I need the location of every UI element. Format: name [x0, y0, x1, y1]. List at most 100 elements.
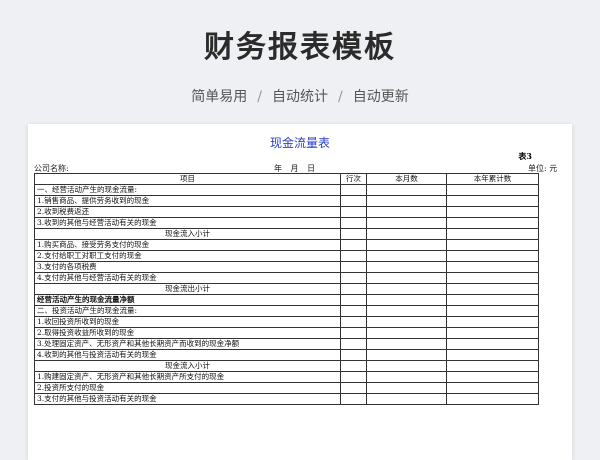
row-year-to-date-cell[interactable]: [446, 294, 539, 306]
row-item-label: 4.收到的其他与投资活动有关的现金: [34, 349, 341, 361]
row-this-month-cell[interactable]: [366, 184, 447, 196]
row-this-month-cell[interactable]: [366, 393, 447, 405]
row-this-month-cell[interactable]: [366, 228, 447, 240]
row-item-label: 现金流入小计: [34, 228, 341, 240]
row-item-label: 2.支付给职工对职工支付的现金: [34, 250, 341, 262]
row-year-to-date-cell[interactable]: [446, 393, 539, 405]
row-item-label: 经营活动产生的现金流量净额: [34, 294, 341, 306]
row-line-no-cell[interactable]: [340, 393, 367, 405]
table-row: 现金流入小计: [34, 228, 539, 240]
row-year-to-date-cell[interactable]: [446, 316, 539, 328]
feature-tagline: 简单易用 / 自动统计 / 自动更新: [0, 86, 600, 106]
row-item-label: 现金流出小计: [34, 283, 341, 295]
row-year-to-date-cell[interactable]: [446, 228, 539, 240]
row-line-no-cell[interactable]: [340, 349, 367, 361]
feature-auto-stats: 自动统计: [272, 89, 328, 105]
column-header-this-month: 本月数: [366, 173, 447, 185]
table-number: 表3: [518, 151, 532, 161]
row-year-to-date-cell[interactable]: [446, 371, 539, 383]
row-year-to-date-cell[interactable]: [446, 283, 539, 295]
table-row: 现金流出小计: [34, 283, 539, 295]
row-year-to-date-cell[interactable]: [446, 261, 539, 273]
row-this-month-cell[interactable]: [366, 283, 447, 295]
row-line-no-cell[interactable]: [340, 294, 367, 306]
row-line-no-cell[interactable]: [340, 250, 367, 262]
row-item-label: 3.支付的各项税费: [34, 261, 341, 273]
page-title: 财务报表模板: [204, 30, 396, 65]
table-row: 3.收到的其他与经营活动有关的现金: [34, 217, 539, 229]
row-line-no-cell[interactable]: [340, 261, 367, 273]
table-row: 3.支付的各项税费: [34, 261, 539, 273]
row-line-no-cell[interactable]: [340, 228, 367, 240]
row-this-month-cell[interactable]: [366, 382, 447, 394]
separator: /: [338, 89, 343, 105]
table-row: 4.支付的其他与经营活动有关的现金: [34, 272, 539, 284]
row-this-month-cell[interactable]: [366, 327, 447, 339]
row-line-no-cell[interactable]: [340, 206, 367, 218]
row-year-to-date-cell[interactable]: [446, 184, 539, 196]
row-this-month-cell[interactable]: [366, 206, 447, 218]
row-item-label: 现金流入小计: [34, 360, 341, 372]
row-line-no-cell[interactable]: [340, 283, 367, 295]
row-this-month-cell[interactable]: [366, 338, 447, 350]
row-year-to-date-cell[interactable]: [446, 195, 539, 207]
row-line-no-cell[interactable]: [340, 371, 367, 383]
table-header-row: 项目 行次 本月数 本年累计数: [34, 173, 539, 185]
row-line-no-cell[interactable]: [340, 305, 367, 317]
row-this-month-cell[interactable]: [366, 272, 447, 284]
row-year-to-date-cell[interactable]: [446, 360, 539, 372]
row-this-month-cell[interactable]: [366, 239, 447, 251]
row-item-label: 一、经营活动产生的现金流量:: [34, 184, 341, 196]
row-year-to-date-cell[interactable]: [446, 272, 539, 284]
table-row: 2.支付给职工对职工支付的现金: [34, 250, 539, 262]
table-row: 3.支付的其他与投资活动有关的现金: [34, 393, 539, 405]
row-item-label: 2.取得投资收益所收到的现金: [34, 327, 341, 339]
table-row: 现金流入小计: [34, 360, 539, 372]
table-row: 2.收到税费返还: [34, 206, 539, 218]
row-line-no-cell[interactable]: [340, 239, 367, 251]
row-line-no-cell[interactable]: [340, 195, 367, 207]
table-row: 经营活动产生的现金流量净额: [34, 294, 539, 306]
table-row: 1.购买商品、接受劳务支付的现金: [34, 239, 539, 251]
row-year-to-date-cell[interactable]: [446, 206, 539, 218]
row-this-month-cell[interactable]: [366, 217, 447, 229]
row-line-no-cell[interactable]: [340, 272, 367, 284]
row-line-no-cell[interactable]: [340, 316, 367, 328]
table-row: 4.收到的其他与投资活动有关的现金: [34, 349, 539, 361]
row-year-to-date-cell[interactable]: [446, 305, 539, 317]
row-item-label: 1.销售商品、提供劳务收到的现金: [34, 195, 341, 207]
row-this-month-cell[interactable]: [366, 250, 447, 262]
row-this-month-cell[interactable]: [366, 294, 447, 306]
row-year-to-date-cell[interactable]: [446, 250, 539, 262]
table-row: 1.销售商品、提供劳务收到的现金: [34, 195, 539, 207]
row-this-month-cell[interactable]: [366, 316, 447, 328]
row-year-to-date-cell[interactable]: [446, 239, 539, 251]
row-this-month-cell[interactable]: [366, 305, 447, 317]
row-this-month-cell[interactable]: [366, 371, 447, 383]
row-year-to-date-cell[interactable]: [446, 338, 539, 350]
row-item-label: 4.支付的其他与经营活动有关的现金: [34, 272, 341, 284]
row-year-to-date-cell[interactable]: [446, 327, 539, 339]
row-line-no-cell[interactable]: [340, 184, 367, 196]
row-line-no-cell[interactable]: [340, 217, 367, 229]
column-header-line-no: 行次: [340, 173, 367, 185]
row-this-month-cell[interactable]: [366, 360, 447, 372]
row-year-to-date-cell[interactable]: [446, 382, 539, 394]
table-row: 3.处理固定资产、无形资产和其他长期资产而收到的现金净额: [34, 338, 539, 350]
row-this-month-cell[interactable]: [366, 195, 447, 207]
column-header-item: 项目: [34, 173, 341, 185]
table-row: 2.取得投资收益所收到的现金: [34, 327, 539, 339]
row-line-no-cell[interactable]: [340, 360, 367, 372]
row-this-month-cell[interactable]: [366, 349, 447, 361]
row-line-no-cell[interactable]: [340, 327, 367, 339]
row-this-month-cell[interactable]: [366, 261, 447, 273]
row-line-no-cell[interactable]: [340, 382, 367, 394]
spreadsheet-preview: 现金流量表 表3 公司名称: 年 月 日 单位: 元 项目 行次 本月数 本年累…: [28, 124, 572, 460]
separator: /: [257, 89, 262, 105]
table-row: 1.收回投资所收到的现金: [34, 316, 539, 328]
row-year-to-date-cell[interactable]: [446, 349, 539, 361]
row-line-no-cell[interactable]: [340, 338, 367, 350]
row-year-to-date-cell[interactable]: [446, 217, 539, 229]
row-item-label: 二、投资活动产生的现金流量:: [34, 305, 341, 317]
row-item-label: 3.支付的其他与投资活动有关的现金: [34, 393, 341, 405]
